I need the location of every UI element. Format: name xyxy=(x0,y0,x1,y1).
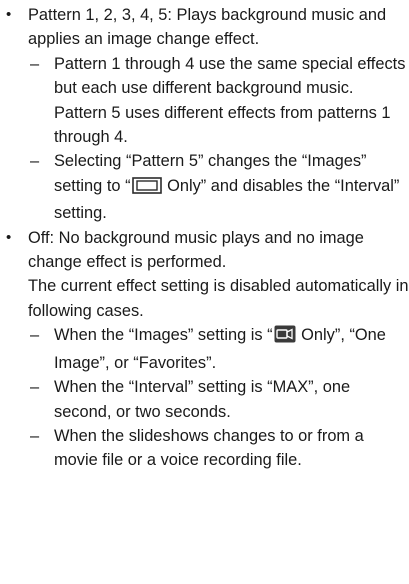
dash: – xyxy=(30,426,40,445)
dash: – xyxy=(30,326,40,345)
dash: – xyxy=(30,378,40,397)
off-note: The current effect setting is disabled a… xyxy=(28,277,409,320)
movie-mode-icon xyxy=(274,325,296,350)
off-description: Off: No background music plays and no im… xyxy=(28,228,364,272)
interval-text: When the “Interval” setting is “MAX”, on… xyxy=(54,378,351,421)
pattern-effects-text: Pattern 1 through 4 use the same special… xyxy=(54,54,406,147)
dash: – xyxy=(30,54,40,73)
list-item-pattern: • Pattern 1, 2, 3, 4, 5: Plays backgroun… xyxy=(0,3,409,52)
sub-item-interval: – When the “Interval” setting is “MAX”, … xyxy=(0,375,409,424)
sub-item-images: – When the “Images” setting is “ Only”, … xyxy=(0,323,409,375)
sub-item-pattern5: – Selecting “Pattern 5” changes the “Ima… xyxy=(0,149,409,225)
dash: – xyxy=(30,152,40,171)
sub-item-slideshow: – When the slideshows changes to or from… xyxy=(0,424,409,473)
images-text-start: When the “Images” setting is “ xyxy=(54,326,273,345)
bullet: • xyxy=(6,228,12,246)
sub-item-pattern-effects: – Pattern 1 through 4 use the same speci… xyxy=(0,52,409,150)
photo-mode-icon xyxy=(131,177,162,201)
bullet: • xyxy=(6,6,12,23)
manual-page: • Pattern 1, 2, 3, 4, 5: Plays backgroun… xyxy=(0,0,409,473)
slideshow-text: When the slideshows changes to or from a… xyxy=(54,426,364,470)
pattern-description: Pattern 1, 2, 3, 4, 5: Plays background … xyxy=(28,6,387,49)
list-item-off: • Off: No background music plays and no … xyxy=(0,226,409,275)
